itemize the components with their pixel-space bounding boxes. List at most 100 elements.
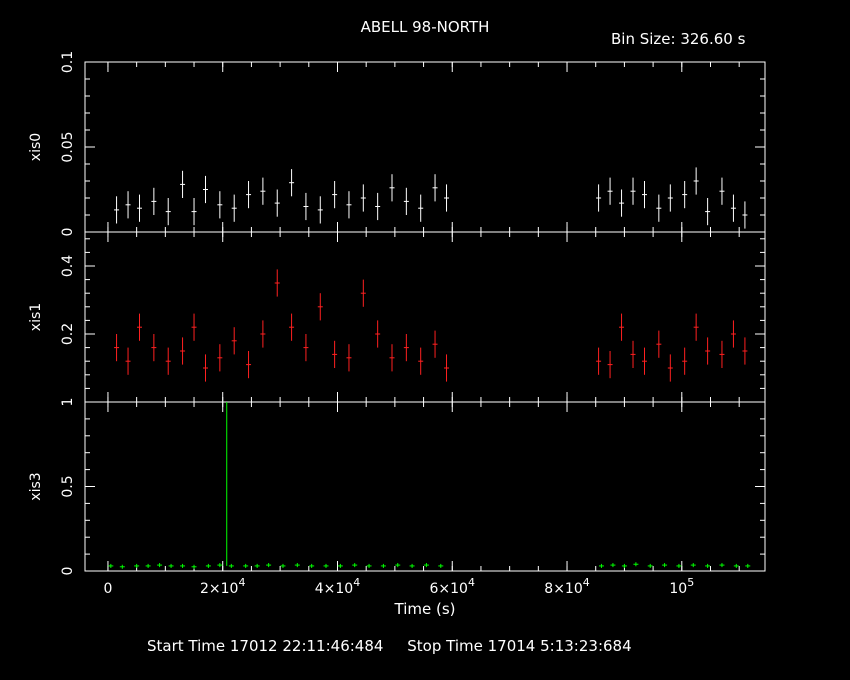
data-point: [641, 181, 647, 209]
data-point: [157, 563, 163, 568]
data-point: [125, 347, 131, 375]
data-point: [662, 563, 668, 568]
data-point: [423, 563, 429, 568]
data-point: [274, 189, 280, 217]
x-tick-label: 6×104: [430, 576, 475, 597]
data-point: [217, 563, 223, 568]
x-tick-label: 105: [669, 576, 694, 597]
data-point: [289, 313, 295, 341]
data-point: [418, 347, 424, 375]
panel-xis3: 0 0.5 1 xis3: [28, 398, 766, 576]
data-point: [409, 563, 415, 568]
panel-frame: [84, 401, 766, 572]
data-point: [317, 293, 323, 321]
data-point: [682, 347, 688, 375]
data-point: [630, 340, 636, 368]
data-point: [395, 563, 401, 568]
data-point: [114, 196, 120, 224]
y-tick-label: 1: [60, 398, 76, 407]
data-point: [180, 337, 186, 365]
data-point: [119, 564, 125, 569]
data-point: [682, 181, 688, 209]
data-point: [745, 563, 751, 568]
data-point: [719, 177, 725, 205]
data-point: [323, 563, 329, 568]
data-point: [656, 330, 662, 358]
data-point: [656, 194, 662, 222]
data-point: [165, 198, 171, 226]
data-point: [705, 198, 711, 226]
data-point: [380, 563, 386, 568]
data-point: [165, 347, 171, 375]
data-point: [432, 174, 438, 202]
y-tick-label: 0: [60, 567, 76, 576]
data-point: [366, 563, 372, 568]
y-tick-label: 0.4: [60, 255, 76, 277]
data-point: [389, 174, 395, 202]
data-point: [191, 564, 197, 569]
data-point: [610, 563, 616, 568]
data-point: [231, 327, 237, 355]
data-point: [191, 198, 197, 226]
data-point: [742, 201, 748, 229]
data-point: [352, 563, 358, 568]
panel-frame: [84, 231, 766, 403]
x-tick-label: 4×104: [315, 576, 360, 597]
data-point: [217, 344, 223, 372]
x-tick-label: 2×104: [200, 576, 245, 597]
panel-xis0: 0 0.05 0.1 xis0: [28, 51, 766, 237]
y-tick-label: 0.2: [60, 323, 76, 345]
data-point: [444, 354, 450, 382]
data-point: [243, 563, 249, 568]
data-point: [191, 313, 197, 341]
data-point: [134, 563, 140, 568]
data-point: [375, 320, 381, 348]
data-point: [403, 334, 409, 362]
data-point: [719, 340, 725, 368]
data-point: [205, 563, 211, 568]
data-point: [375, 192, 381, 221]
data-point: [730, 194, 736, 222]
data-point: [619, 313, 625, 341]
data-point: [690, 563, 696, 568]
data-point: [742, 337, 748, 365]
data-point: [332, 340, 338, 368]
x-tick-label: 8×104: [544, 576, 589, 597]
data-point: [733, 563, 739, 568]
data-point: [168, 563, 174, 568]
data-point: [346, 344, 352, 372]
panel-xis1: 0.2 0.4 xis1: [28, 231, 766, 403]
data-point: [137, 194, 143, 222]
data-point: [667, 184, 673, 212]
y-tick-label: 0.5: [60, 475, 76, 497]
data-point: [705, 337, 711, 365]
data-point: [203, 354, 209, 382]
data-point: [246, 351, 252, 379]
data-point: [151, 187, 157, 215]
data-point: [621, 563, 627, 568]
data-point: [228, 563, 234, 568]
y-axis-label: xis0: [28, 133, 44, 161]
data-point: [217, 191, 223, 219]
data-point: [274, 269, 280, 297]
data-point: [676, 563, 682, 568]
data-point: [719, 563, 725, 568]
data-point: [693, 167, 699, 195]
data-point: [633, 562, 639, 567]
y-tick-label: 0: [60, 228, 76, 237]
data-point: [596, 347, 602, 375]
data-point: [125, 191, 131, 219]
data-point: [151, 334, 157, 362]
data-point: [180, 170, 186, 198]
data-point: [346, 191, 352, 219]
data-point: [598, 563, 604, 568]
data-point: [114, 334, 120, 362]
data-point: [360, 279, 366, 307]
data-point: [294, 563, 300, 568]
data-point: [309, 563, 315, 568]
data-point: [246, 181, 252, 209]
data-point: [145, 563, 151, 568]
data-point: [260, 177, 266, 205]
data-point: [607, 351, 613, 379]
data-point: [619, 189, 625, 217]
